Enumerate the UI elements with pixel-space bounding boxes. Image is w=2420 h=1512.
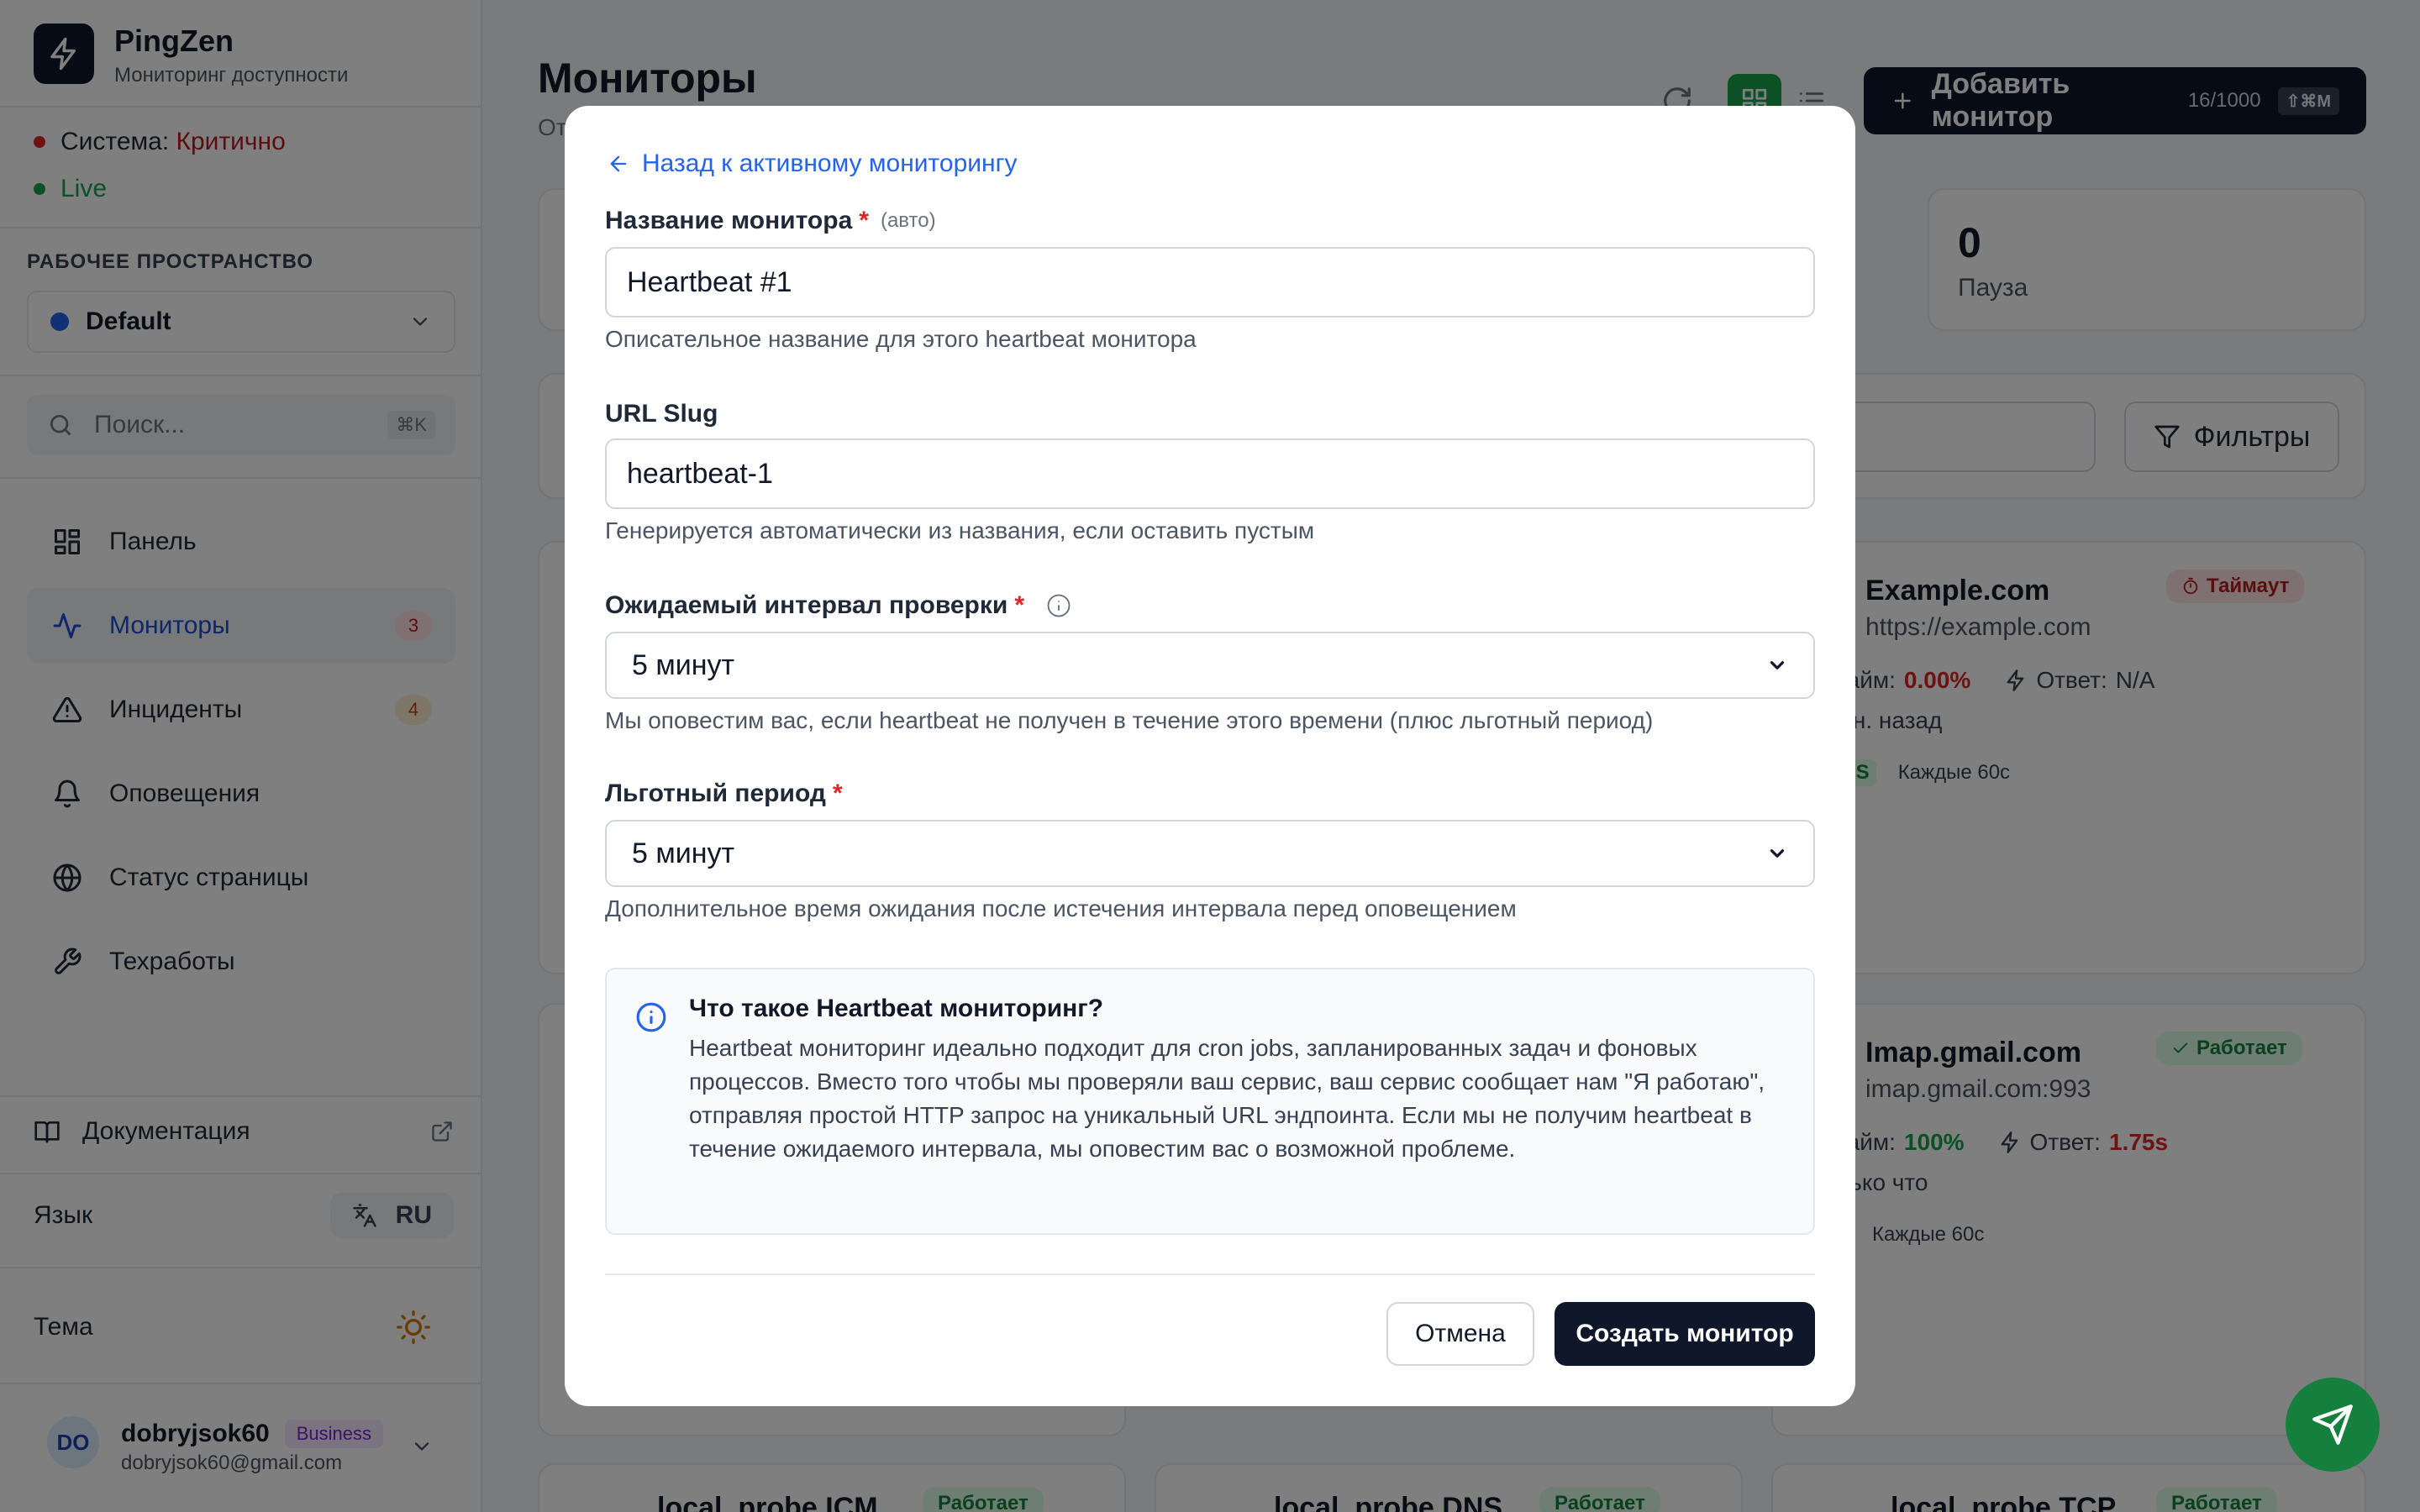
arrow-left-icon — [610, 155, 627, 172]
interval-help: Мы оповестим вас, если heartbeat не полу… — [605, 707, 1654, 733]
info-text: Heartbeat мониторинг идеально подходит д… — [689, 1035, 1765, 1162]
label-text: Ожидаемый интервал проверки — [605, 591, 1008, 619]
create-monitor-button[interactable]: Создать монитор — [1555, 1302, 1815, 1366]
heartbeat-info-box: Что такое Heartbeat мониторинг? Heartbea… — [605, 968, 1815, 1235]
cancel-button[interactable]: Отмена — [1386, 1302, 1534, 1366]
interval-select[interactable]: 5 минут — [605, 632, 1815, 699]
required-mark: * — [832, 780, 843, 807]
select-value: 5 минут — [632, 648, 735, 681]
label-text: URL Slug — [605, 400, 718, 428]
grace-help: Дополнительное время ожидания после исте… — [605, 895, 1517, 921]
monitor-name-input[interactable]: Heartbeat #1 — [605, 247, 1815, 318]
select-value: 5 минут — [632, 837, 735, 869]
telegram-support-button[interactable] — [2286, 1378, 2380, 1472]
input-value: heartbeat-1 — [627, 457, 773, 490]
create-heartbeat-modal: Назад к активному мониторингу Название м… — [565, 106, 1855, 1406]
url-slug-input[interactable]: heartbeat-1 — [605, 438, 1815, 509]
grace-label: Льготный период * — [605, 780, 843, 808]
info-title: Что такое Heartbeat мониторинг? — [689, 995, 1104, 1022]
back-link[interactable]: Назад к активному мониторингу — [607, 150, 1018, 178]
url-slug-help: Генерируется автоматически из названия, … — [605, 517, 1315, 543]
chevron-down-icon — [1770, 661, 1785, 669]
required-mark: * — [859, 207, 869, 234]
input-value: Heartbeat #1 — [627, 265, 792, 298]
interval-label: Ожидаемый интервал проверки * — [605, 591, 1071, 620]
send-icon — [2312, 1404, 2353, 1445]
label-text: Льготный период — [605, 780, 826, 807]
monitor-name-label: Название монитора * (авто) — [605, 207, 936, 235]
label-text: Название монитора — [605, 207, 853, 234]
url-slug-label: URL Slug — [605, 400, 718, 428]
info-icon — [636, 1002, 666, 1032]
info-icon[interactable] — [1046, 593, 1071, 618]
auto-hint: (авто) — [880, 209, 936, 232]
back-label: Назад к активному мониторингу — [642, 150, 1018, 177]
chevron-down-icon — [1770, 849, 1785, 858]
divider — [605, 1273, 1815, 1275]
grace-period-select[interactable]: 5 минут — [605, 820, 1815, 887]
required-mark: * — [1014, 591, 1025, 619]
monitor-name-help: Описательное название для этого heartbea… — [605, 326, 1197, 352]
